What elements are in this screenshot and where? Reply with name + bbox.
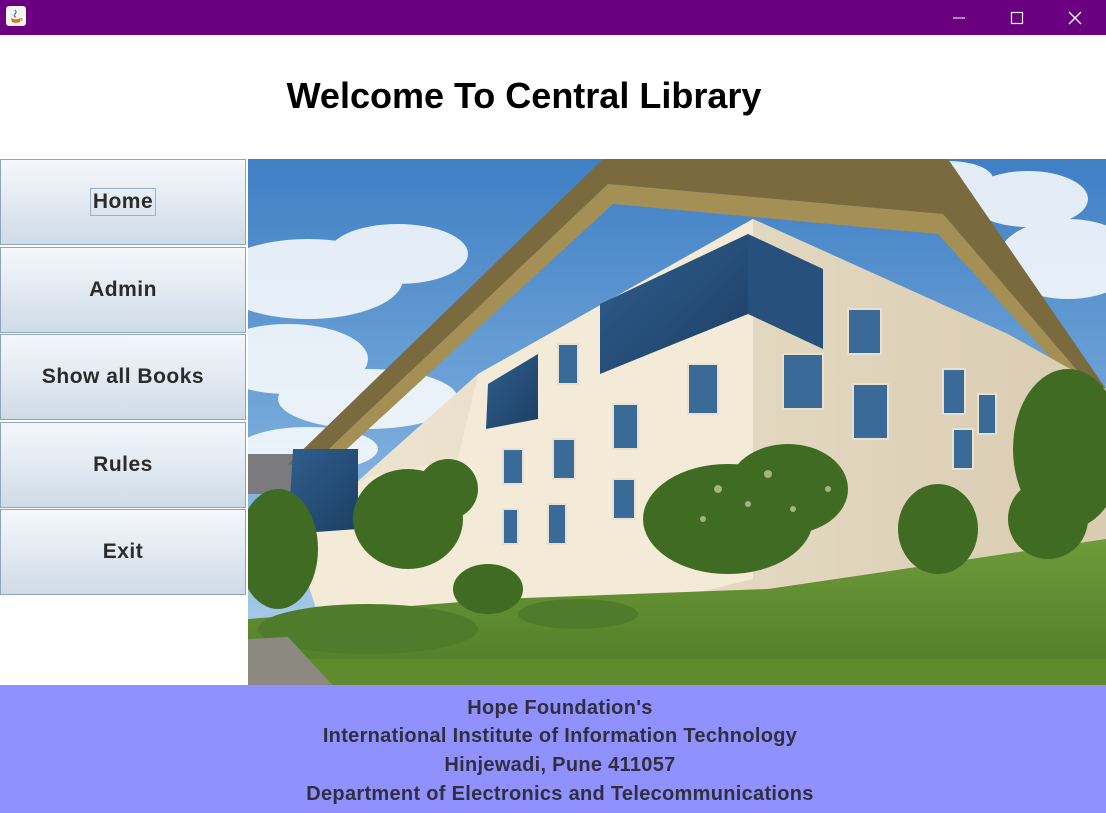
java-app-icon [6,6,26,26]
home-button-label: Home [89,188,157,216]
library-building-photo [248,159,1106,691]
close-icon [1068,11,1082,24]
admin-button-label: Admin [89,278,157,301]
exit-button[interactable]: Exit [0,509,246,595]
show-all-books-button[interactable]: Show all Books [0,334,246,420]
exit-button-label: Exit [102,540,144,563]
header-panel: Welcome To Central Library [0,35,1106,159]
footer-address: Hinjewadi, Pune 411057 [444,754,676,776]
maximize-button[interactable] [988,0,1046,35]
rules-button[interactable]: Rules [0,422,246,508]
footer-foundation: Hope Foundation's [467,697,653,719]
close-button[interactable] [1046,0,1104,35]
rules-button-label: Rules [93,453,153,476]
admin-button[interactable]: Admin [0,247,246,333]
sidebar-nav: Home Admin Show all Books Rules Exit [0,159,247,685]
window-titlebar[interactable] [0,0,1106,35]
show-all-books-button-label: Show all Books [41,365,205,388]
institution-footer: Hope Foundation's International Institut… [0,685,1106,813]
footer-department: Department of Electronics and Telecommun… [306,783,814,805]
page-title: Welcome To Central Library [286,75,762,116]
minimize-button[interactable] [930,0,988,35]
minimize-icon [953,17,965,18]
home-button[interactable]: Home [0,159,246,245]
maximize-icon [1010,11,1024,24]
footer-institute: International Institute of Information T… [322,725,798,747]
